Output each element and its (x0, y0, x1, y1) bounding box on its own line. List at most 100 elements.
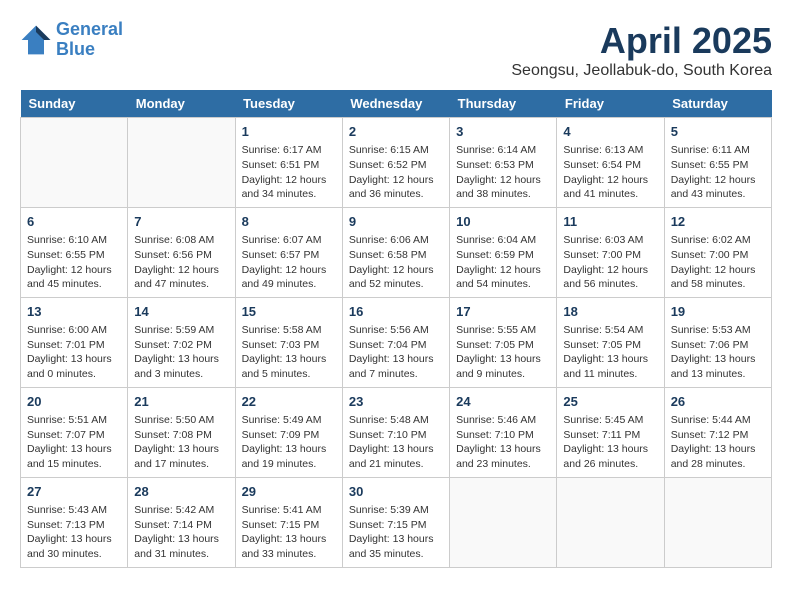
day-number: 12 (671, 213, 765, 231)
calendar-cell: 12 Sunrise: 6:02 AM Sunset: 7:00 PM Dayli… (664, 207, 771, 297)
day-number: 29 (242, 483, 336, 501)
column-header-saturday: Saturday (664, 90, 771, 118)
day-info: Sunrise: 5:46 AM Sunset: 7:10 PM Dayligh… (456, 413, 550, 472)
day-info: Sunrise: 5:42 AM Sunset: 7:14 PM Dayligh… (134, 503, 228, 562)
day-number: 30 (349, 483, 443, 501)
calendar-cell: 30 Sunrise: 5:39 AM Sunset: 7:15 PM Dayli… (342, 477, 449, 567)
title-block: April 2025 Seongsu, Jeollabuk-do, South … (511, 20, 772, 80)
column-header-tuesday: Tuesday (235, 90, 342, 118)
calendar-cell: 11 Sunrise: 6:03 AM Sunset: 7:00 PM Dayli… (557, 207, 664, 297)
logo-icon (20, 24, 52, 56)
day-number: 27 (27, 483, 121, 501)
month-title: April 2025 (511, 20, 772, 62)
day-info: Sunrise: 6:00 AM Sunset: 7:01 PM Dayligh… (27, 323, 121, 382)
day-number: 18 (563, 303, 657, 321)
calendar-cell: 5 Sunrise: 6:11 AM Sunset: 6:55 PM Daylig… (664, 118, 771, 208)
day-info: Sunrise: 6:15 AM Sunset: 6:52 PM Dayligh… (349, 143, 443, 202)
day-number: 20 (27, 393, 121, 411)
day-info: Sunrise: 5:54 AM Sunset: 7:05 PM Dayligh… (563, 323, 657, 382)
day-number: 25 (563, 393, 657, 411)
location-subtitle: Seongsu, Jeollabuk-do, South Korea (511, 62, 772, 80)
calendar-cell: 3Sunrise: 6:14 AM Sunset: 6:53 PM Daylig… (450, 118, 557, 208)
day-number: 10 (456, 213, 550, 231)
day-number: 22 (242, 393, 336, 411)
day-info: Sunrise: 5:43 AM Sunset: 7:13 PM Dayligh… (27, 503, 121, 562)
day-number: 6 (27, 213, 121, 231)
day-number: 3 (456, 123, 550, 141)
calendar-cell: 10 Sunrise: 6:04 AM Sunset: 6:59 PM Dayli… (450, 207, 557, 297)
calendar-cell: 18 Sunrise: 5:54 AM Sunset: 7:05 PM Dayli… (557, 297, 664, 387)
column-header-sunday: Sunday (21, 90, 128, 118)
day-info: Sunrise: 6:03 AM Sunset: 7:00 PM Dayligh… (563, 233, 657, 292)
week-row-5: 27 Sunrise: 5:43 AM Sunset: 7:13 PM Dayli… (21, 477, 772, 567)
calendar-cell: 13 Sunrise: 6:00 AM Sunset: 7:01 PM Dayli… (21, 297, 128, 387)
calendar-cell: 21 Sunrise: 5:50 AM Sunset: 7:08 PM Dayli… (128, 387, 235, 477)
day-number: 15 (242, 303, 336, 321)
calendar-cell: 28Sunrise: 5:42 AM Sunset: 7:14 PM Dayli… (128, 477, 235, 567)
day-number: 2 (349, 123, 443, 141)
day-info: Sunrise: 5:45 AM Sunset: 7:11 PM Dayligh… (563, 413, 657, 472)
day-info: Sunrise: 6:17 AM Sunset: 6:51 PM Dayligh… (242, 143, 336, 202)
column-header-thursday: Thursday (450, 90, 557, 118)
calendar-cell: 6 Sunrise: 6:10 AM Sunset: 6:55 PM Daylig… (21, 207, 128, 297)
calendar-cell: 1Sunrise: 6:17 AM Sunset: 6:51 PM Daylig… (235, 118, 342, 208)
week-row-1: 1Sunrise: 6:17 AM Sunset: 6:51 PM Daylig… (21, 118, 772, 208)
calendar-cell: 27 Sunrise: 5:43 AM Sunset: 7:13 PM Dayli… (21, 477, 128, 567)
day-info: Sunrise: 5:44 AM Sunset: 7:12 PM Dayligh… (671, 413, 765, 472)
day-info: Sunrise: 5:50 AM Sunset: 7:08 PM Dayligh… (134, 413, 228, 472)
column-header-friday: Friday (557, 90, 664, 118)
day-number: 23 (349, 393, 443, 411)
day-number: 13 (27, 303, 121, 321)
calendar-cell: 7 Sunrise: 6:08 AM Sunset: 6:56 PM Daylig… (128, 207, 235, 297)
day-number: 24 (456, 393, 550, 411)
day-info: Sunrise: 6:02 AM Sunset: 7:00 PM Dayligh… (671, 233, 765, 292)
day-info: Sunrise: 6:10 AM Sunset: 6:55 PM Dayligh… (27, 233, 121, 292)
day-number: 5 (671, 123, 765, 141)
week-row-4: 20 Sunrise: 5:51 AM Sunset: 7:07 PM Dayli… (21, 387, 772, 477)
day-number: 14 (134, 303, 228, 321)
day-info: Sunrise: 5:41 AM Sunset: 7:15 PM Dayligh… (242, 503, 336, 562)
day-number: 19 (671, 303, 765, 321)
day-info: Sunrise: 5:51 AM Sunset: 7:07 PM Dayligh… (27, 413, 121, 472)
day-number: 16 (349, 303, 443, 321)
calendar-table: SundayMondayTuesdayWednesdayThursdayFrid… (20, 90, 772, 568)
day-info: Sunrise: 6:11 AM Sunset: 6:55 PM Dayligh… (671, 143, 765, 202)
calendar-cell: 29 Sunrise: 5:41 AM Sunset: 7:15 PM Dayli… (235, 477, 342, 567)
page-header: General Blue April 2025 Seongsu, Jeollab… (20, 20, 772, 80)
day-info: Sunrise: 5:59 AM Sunset: 7:02 PM Dayligh… (134, 323, 228, 382)
day-info: Sunrise: 6:06 AM Sunset: 6:58 PM Dayligh… (349, 233, 443, 292)
week-row-2: 6 Sunrise: 6:10 AM Sunset: 6:55 PM Daylig… (21, 207, 772, 297)
day-number: 11 (563, 213, 657, 231)
calendar-cell (21, 118, 128, 208)
day-info: Sunrise: 5:55 AM Sunset: 7:05 PM Dayligh… (456, 323, 550, 382)
day-info: Sunrise: 5:56 AM Sunset: 7:04 PM Dayligh… (349, 323, 443, 382)
calendar-cell: 2 Sunrise: 6:15 AM Sunset: 6:52 PM Daylig… (342, 118, 449, 208)
calendar-cell: 15Sunrise: 5:58 AM Sunset: 7:03 PM Dayli… (235, 297, 342, 387)
day-number: 8 (242, 213, 336, 231)
day-info: Sunrise: 6:04 AM Sunset: 6:59 PM Dayligh… (456, 233, 550, 292)
day-number: 26 (671, 393, 765, 411)
calendar-cell: 19Sunrise: 5:53 AM Sunset: 7:06 PM Dayli… (664, 297, 771, 387)
calendar-cell: 14 Sunrise: 5:59 AM Sunset: 7:02 PM Dayli… (128, 297, 235, 387)
calendar-cell (450, 477, 557, 567)
logo-text: General Blue (56, 20, 123, 60)
day-info: Sunrise: 5:39 AM Sunset: 7:15 PM Dayligh… (349, 503, 443, 562)
calendar-cell: 22 Sunrise: 5:49 AM Sunset: 7:09 PM Dayli… (235, 387, 342, 477)
calendar-header-row: SundayMondayTuesdayWednesdayThursdayFrid… (21, 90, 772, 118)
week-row-3: 13 Sunrise: 6:00 AM Sunset: 7:01 PM Dayli… (21, 297, 772, 387)
calendar-cell (557, 477, 664, 567)
day-info: Sunrise: 6:08 AM Sunset: 6:56 PM Dayligh… (134, 233, 228, 292)
day-number: 7 (134, 213, 228, 231)
column-header-monday: Monday (128, 90, 235, 118)
day-number: 9 (349, 213, 443, 231)
day-info: Sunrise: 6:13 AM Sunset: 6:54 PM Dayligh… (563, 143, 657, 202)
calendar-cell: 4Sunrise: 6:13 AM Sunset: 6:54 PM Daylig… (557, 118, 664, 208)
calendar-cell: 25 Sunrise: 5:45 AM Sunset: 7:11 PM Dayli… (557, 387, 664, 477)
column-header-wednesday: Wednesday (342, 90, 449, 118)
calendar-cell (128, 118, 235, 208)
calendar-cell: 24 Sunrise: 5:46 AM Sunset: 7:10 PM Dayli… (450, 387, 557, 477)
day-number: 21 (134, 393, 228, 411)
calendar-cell (664, 477, 771, 567)
day-info: Sunrise: 5:49 AM Sunset: 7:09 PM Dayligh… (242, 413, 336, 472)
day-info: Sunrise: 6:07 AM Sunset: 6:57 PM Dayligh… (242, 233, 336, 292)
